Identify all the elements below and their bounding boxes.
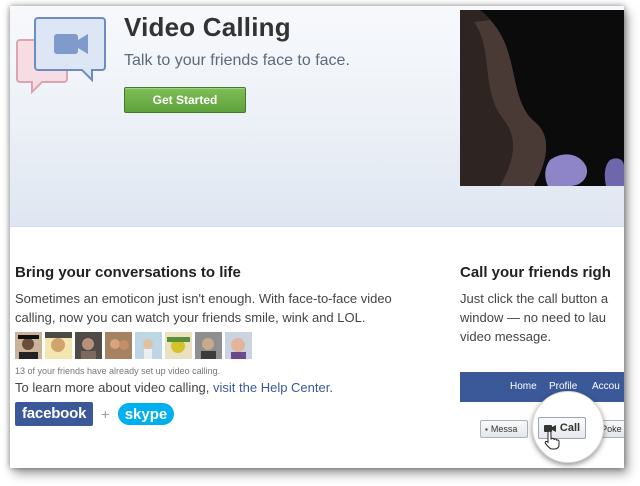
- hand-cursor-icon: [544, 430, 560, 450]
- mini-message-label: Messa: [490, 424, 518, 434]
- right-description-line: video message.: [460, 329, 552, 344]
- avatar[interactable]: [105, 332, 132, 359]
- avatar[interactable]: [15, 332, 42, 359]
- video-frame-image: [460, 10, 624, 186]
- partner-logos: facebook + skype: [15, 401, 435, 427]
- mini-message-button[interactable]: ▪ Messa: [480, 420, 528, 438]
- left-description: Sometimes an emoticon just isn't enough.…: [15, 291, 392, 325]
- mini-nav-bar: Home Profile Accou: [460, 372, 624, 402]
- left-heading: Bring your conversations to life: [15, 264, 241, 281]
- avatar[interactable]: [45, 332, 72, 359]
- right-description: Just click the call button a window — no…: [460, 289, 624, 346]
- learn-more-prefix: To learn more about video calling,: [15, 380, 214, 395]
- right-description-line: window — no need to lau: [460, 310, 606, 325]
- avatar[interactable]: [225, 332, 252, 359]
- right-description-line: Just click the call button a: [460, 291, 609, 306]
- right-heading: Call your friends righ: [460, 264, 611, 281]
- page-subtitle: Talk to your friends face to face.: [124, 52, 350, 69]
- skype-logo-text: skype: [125, 406, 168, 423]
- message-icon: ▪: [485, 424, 488, 434]
- plus-sign: +: [101, 406, 110, 422]
- avatar[interactable]: [195, 332, 222, 359]
- avatar[interactable]: [75, 332, 102, 359]
- help-center-link[interactable]: visit the Help Center: [213, 380, 329, 395]
- right-column: Call your friends righ Just click the ca…: [460, 264, 624, 346]
- facebook-logo: facebook: [15, 402, 94, 426]
- learn-more-text: To learn more about video calling, visit…: [15, 380, 435, 395]
- video-chat-bubbles-icon: [16, 17, 106, 95]
- avatar[interactable]: [165, 332, 192, 359]
- hero-banner: Video Calling Talk to your friends face …: [10, 6, 624, 227]
- mini-poke-label: Poke: [601, 424, 622, 434]
- friend-avatars: [15, 332, 435, 359]
- mini-nav-account[interactable]: Accou: [592, 381, 620, 392]
- get-started-button[interactable]: Get Started: [124, 87, 246, 113]
- video-preview: [460, 10, 624, 186]
- learn-more-suffix: .: [329, 380, 333, 395]
- page-title: Video Calling: [124, 12, 291, 42]
- skype-logo: skype: [118, 403, 175, 425]
- call-label: Call: [559, 422, 581, 434]
- page-frame: Video Calling Talk to your friends face …: [10, 6, 624, 468]
- friends-count-note: 13 of your friends have already set up v…: [15, 366, 221, 376]
- avatar[interactable]: [135, 332, 162, 359]
- mini-nav-home[interactable]: Home: [510, 381, 537, 392]
- left-column: Bring your conversations to life Sometim…: [15, 264, 435, 427]
